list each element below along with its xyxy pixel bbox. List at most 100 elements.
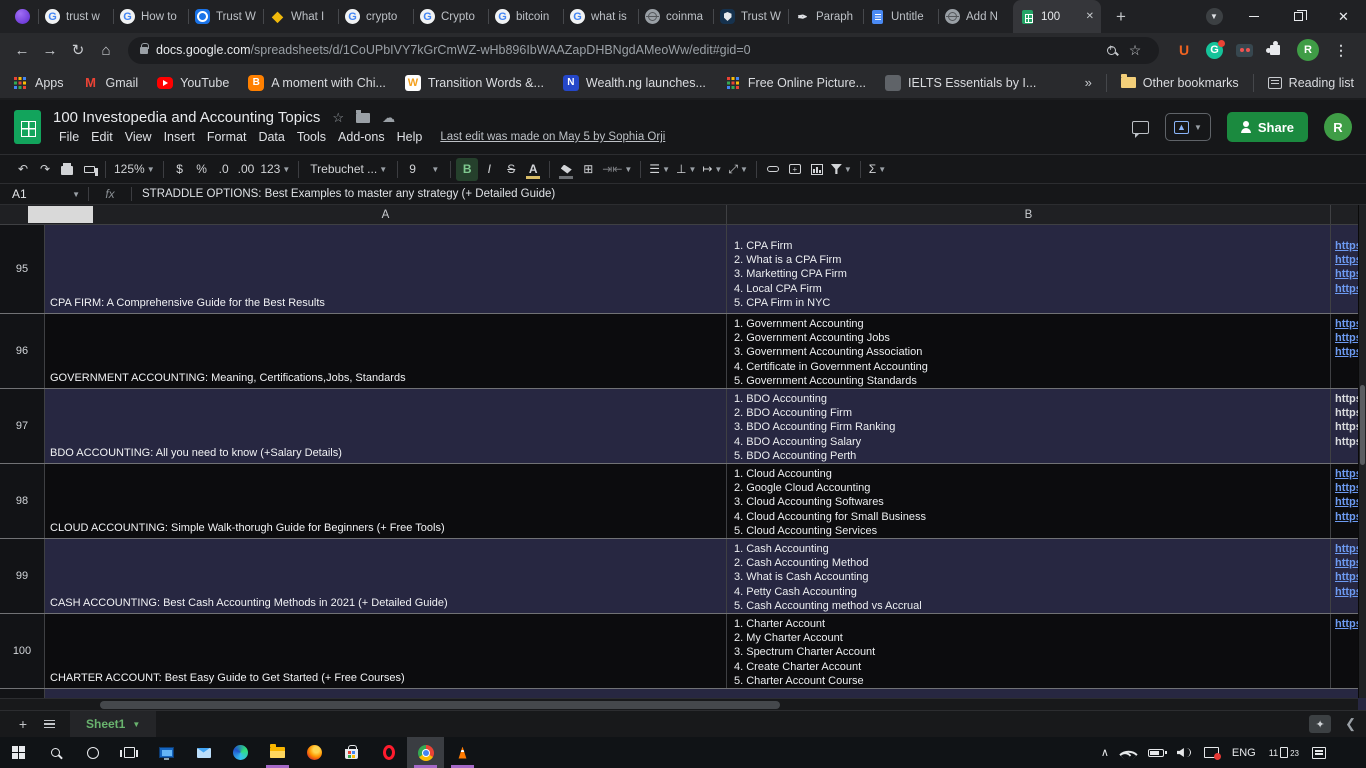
- taskbar-app-button[interactable]: [333, 737, 370, 768]
- bookmark-item[interactable]: Wealth.ng launches...: [563, 75, 706, 91]
- present-button[interactable]: ▲ ▼: [1165, 113, 1211, 141]
- minimize-button[interactable]: [1231, 0, 1276, 33]
- cell-column-c-links[interactable]: https https https https: [1331, 464, 1358, 538]
- other-bookmarks[interactable]: Other bookmarks: [1121, 76, 1239, 90]
- cell-column-b[interactable]: 1. Cloud Accounting 2. Google Cloud Acco…: [727, 464, 1331, 538]
- action-center-icon[interactable]: [1312, 747, 1326, 759]
- fill-color-button[interactable]: [555, 158, 577, 181]
- taskbar-app-button[interactable]: [222, 737, 259, 768]
- italic-button[interactable]: I: [478, 158, 500, 181]
- browser-tab[interactable]: Add N ✕: [938, 0, 1013, 33]
- extensions-puzzle-icon[interactable]: [1266, 41, 1284, 59]
- profile-avatar[interactable]: R: [1297, 39, 1319, 61]
- cell-column-c-links[interactable]: https: [1331, 614, 1358, 688]
- grammarly-extension-icon[interactable]: G: [1206, 42, 1223, 59]
- insert-link-button[interactable]: [762, 158, 784, 181]
- menu-item[interactable]: Tools: [291, 129, 332, 145]
- bookmark-item[interactable]: Apps: [12, 75, 64, 91]
- zoom-select[interactable]: 125%▼: [111, 158, 158, 181]
- font-select[interactable]: Trebuchet ...▼: [304, 158, 392, 181]
- strikethrough-button[interactable]: S: [500, 158, 522, 181]
- cell-column-a[interactable]: CPA FIRM: A Comprehensive Guide for the …: [45, 225, 727, 313]
- font-size-select[interactable]: 9▼: [403, 158, 445, 181]
- text-rotation-button[interactable]: ⤢▼: [725, 158, 751, 181]
- battery-icon[interactable]: [1148, 749, 1164, 757]
- sheet-tab-active[interactable]: Sheet1 ▼: [70, 711, 156, 737]
- taskbar-app-button[interactable]: [37, 737, 74, 768]
- ubersuggest-extension-icon[interactable]: U: [1175, 41, 1193, 59]
- browser-tab[interactable]: Crypto ✕: [413, 0, 488, 33]
- taskbar-app-button[interactable]: [0, 737, 37, 768]
- undo-button[interactable]: ↶: [12, 158, 34, 181]
- formula-input[interactable]: STRADDLE OPTIONS: Best Examples to maste…: [132, 188, 1366, 200]
- decrease-decimal-button[interactable]: .0: [213, 158, 235, 181]
- row-number[interactable]: 100: [0, 614, 45, 688]
- maximize-button[interactable]: [1276, 0, 1321, 33]
- bookmark-item[interactable]: IELTS Essentials by I...: [885, 75, 1036, 91]
- row-number[interactable]: 95: [0, 225, 45, 313]
- browser-tab[interactable]: How to ✕: [113, 0, 188, 33]
- borders-button[interactable]: ⊞: [577, 158, 599, 181]
- taskbar-app-button[interactable]: [407, 737, 444, 768]
- cell-column-a[interactable]: CLOUD ACCOUNTING: Simple Walk-thorugh Gu…: [45, 464, 727, 538]
- format-currency-button[interactable]: $: [169, 158, 191, 181]
- browser-tab[interactable]: bitcoin ✕: [488, 0, 563, 33]
- name-box[interactable]: A1 ▼: [0, 187, 88, 201]
- menu-item[interactable]: File: [53, 129, 85, 145]
- column-header-a[interactable]: A: [45, 205, 727, 224]
- taskbar-app-button[interactable]: [296, 737, 333, 768]
- zoom-page-icon[interactable]: [1099, 38, 1123, 62]
- browser-tab[interactable]: Trust W ✕: [713, 0, 788, 33]
- back-button[interactable]: ←: [8, 36, 36, 64]
- insert-comment-button[interactable]: +: [784, 158, 806, 181]
- cell-column-b[interactable]: 1. Charter Account 2. My Charter Account…: [727, 614, 1331, 688]
- taskbar-app-button[interactable]: [185, 737, 222, 768]
- menu-item[interactable]: View: [119, 129, 158, 145]
- sheets-logo-icon[interactable]: [14, 110, 41, 144]
- explore-button[interactable]: ✦: [1309, 715, 1331, 733]
- tray-expand-icon[interactable]: ∧: [1101, 746, 1109, 759]
- menu-item[interactable]: Format: [201, 129, 253, 145]
- cell-column-a[interactable]: CHARTER ACCOUNT: Best Easy Guide to Get …: [45, 614, 727, 688]
- vertical-scrollbar[interactable]: [1358, 205, 1366, 698]
- bookmark-item[interactable]: Transition Words &...: [405, 75, 544, 91]
- address-bar[interactable]: docs.google.com /spreadsheets/d/1CoUPbIV…: [128, 37, 1159, 64]
- comment-history-icon[interactable]: [1132, 121, 1149, 134]
- taskbar-app-button[interactable]: [74, 737, 111, 768]
- row-number[interactable]: 99: [0, 539, 45, 613]
- text-color-button[interactable]: A: [522, 158, 544, 181]
- cell-column-c-links[interactable]: https https https https: [1331, 225, 1358, 313]
- reading-list[interactable]: Reading list: [1268, 76, 1354, 90]
- forward-button[interactable]: →: [36, 36, 64, 64]
- lock-icon[interactable]: [140, 47, 148, 54]
- menu-item[interactable]: Insert: [158, 129, 201, 145]
- bookmark-item[interactable]: YouTube: [157, 75, 229, 91]
- bookmark-item[interactable]: Gmail: [83, 75, 139, 91]
- row-number[interactable]: 96: [0, 314, 45, 388]
- vertical-scroll-thumb[interactable]: [1360, 385, 1365, 465]
- bookmarks-overflow-icon[interactable]: »: [1085, 75, 1092, 90]
- create-filter-button[interactable]: ▼: [828, 158, 855, 181]
- horizontal-align-button[interactable]: ☰▼: [646, 158, 673, 181]
- wifi-icon[interactable]: [1119, 745, 1137, 763]
- row-number[interactable]: 97: [0, 389, 45, 463]
- home-button[interactable]: ⌂: [92, 36, 120, 64]
- cell-column-c-links[interactable]: https https https https: [1331, 539, 1358, 613]
- taskbar-app-button[interactable]: [370, 737, 407, 768]
- menu-item[interactable]: Data: [252, 129, 290, 145]
- menu-item[interactable]: Edit: [85, 129, 119, 145]
- cloud-status-icon[interactable]: ☁: [382, 110, 395, 126]
- new-tab-button[interactable]: +: [1107, 4, 1135, 30]
- language-indicator[interactable]: ENG: [1232, 747, 1256, 759]
- taskbar-app-button[interactable]: [148, 737, 185, 768]
- browser-tab[interactable]: coinma ✕: [638, 0, 713, 33]
- increase-decimal-button[interactable]: .00: [235, 158, 258, 181]
- row-number[interactable]: 98: [0, 464, 45, 538]
- star-icon[interactable]: ☆: [332, 110, 344, 126]
- browser-tab[interactable]: 100 ✕: [1013, 0, 1101, 33]
- column-header-b[interactable]: B: [727, 205, 1331, 224]
- cell-column-a[interactable]: CASH ACCOUNTING: Best Cash Accounting Me…: [45, 539, 727, 613]
- horizontal-scroll-thumb[interactable]: [100, 701, 780, 709]
- document-title[interactable]: 100 Investopedia and Accounting Topics: [53, 109, 320, 126]
- insert-chart-button[interactable]: [806, 158, 828, 181]
